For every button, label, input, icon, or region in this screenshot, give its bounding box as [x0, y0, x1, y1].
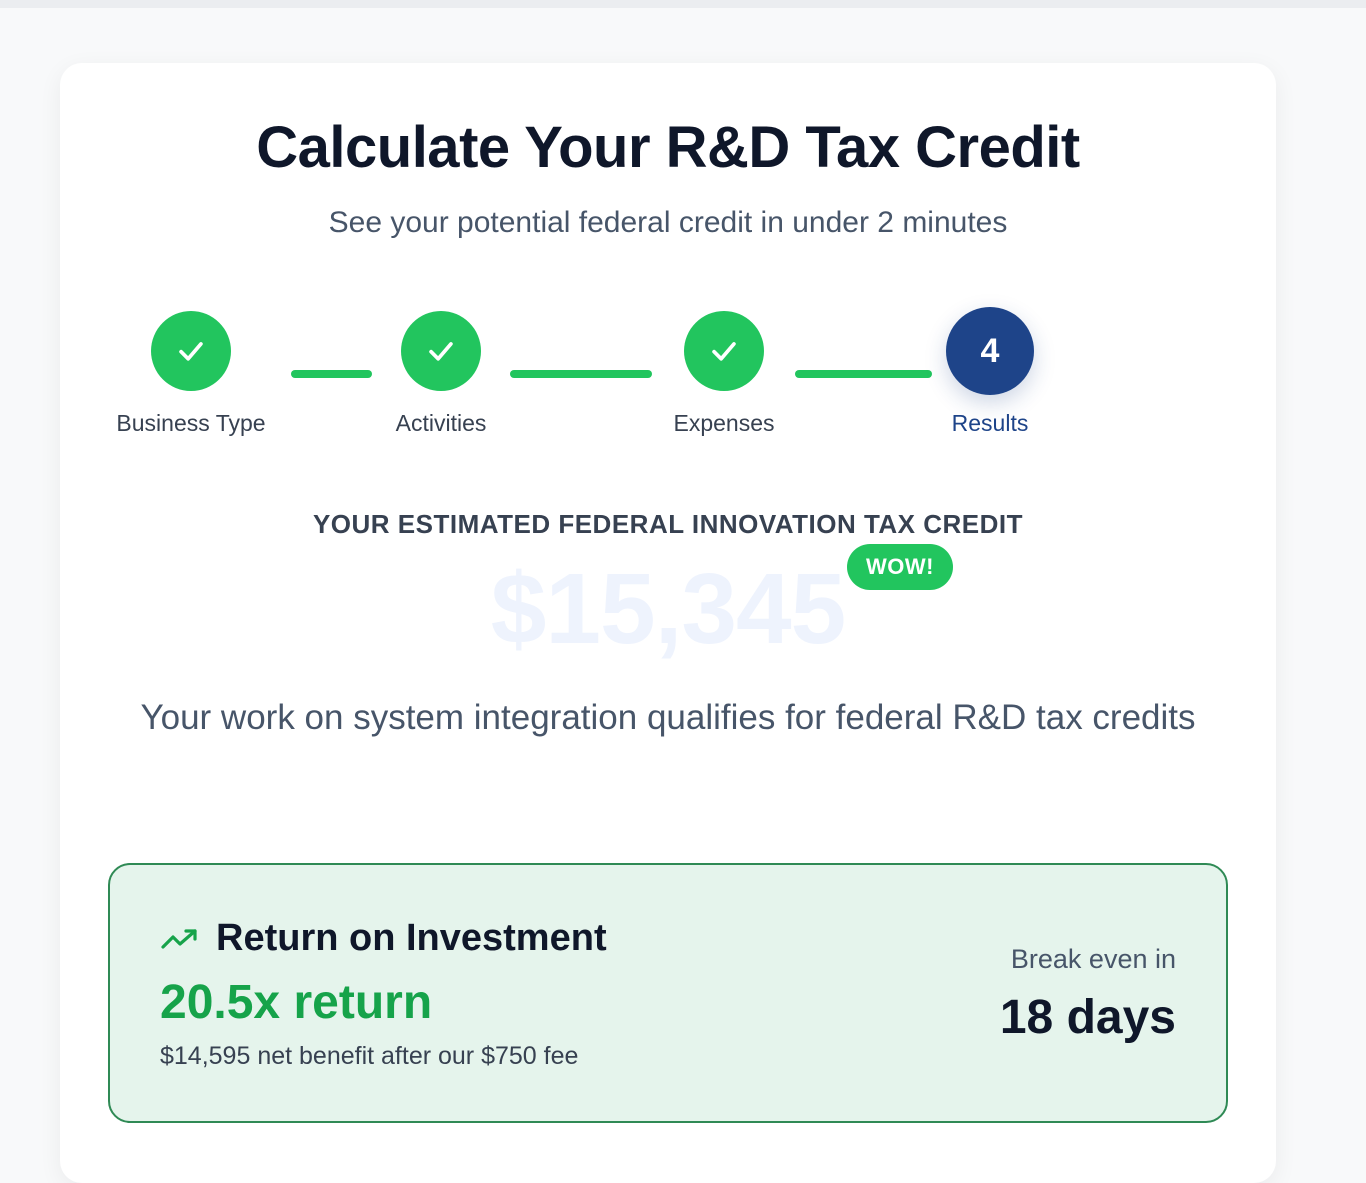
break-even-value: 18 days: [999, 991, 1176, 1044]
page-subtitle: See your potential federal credit in und…: [328, 206, 1008, 239]
step-1-label: Business Type: [116, 410, 266, 436]
wow-badge: WOW!: [847, 544, 953, 590]
step-connector: [291, 370, 372, 378]
step-1-complete-indicator[interactable]: [151, 311, 231, 391]
roi-panel: Return on Investment 20.5x return $14,59…: [108, 863, 1228, 1123]
step-3-complete-indicator[interactable]: [684, 311, 764, 391]
step-4-label: Results: [951, 410, 1029, 436]
step-connector: [795, 370, 932, 378]
roi-net-benefit: $14,595 net benefit after our $750 fee: [160, 1042, 579, 1070]
checkmark-icon: [429, 342, 453, 361]
step-4-current-indicator[interactable]: 4: [946, 307, 1034, 395]
roi-title: Return on Investment: [216, 917, 607, 959]
estimate-heading: YOUR ESTIMATED FEDERAL INNOVATION TAX CR…: [312, 509, 1024, 539]
trending-up-icon: [161, 929, 197, 949]
checkmark-icon: [179, 342, 203, 361]
step-4-number: 4: [980, 331, 1000, 370]
step-connector: [510, 370, 652, 378]
checkmark-icon: [712, 342, 736, 361]
step-3-label: Expenses: [673, 410, 775, 436]
credit-amount: $15,345: [490, 553, 846, 665]
qualification-text: Your work on system integration qualifie…: [140, 698, 1196, 737]
break-even-label: Break even in: [1010, 944, 1176, 974]
step-2-label: Activities: [395, 410, 487, 436]
page-title: Calculate Your R&D Tax Credit: [256, 115, 1080, 180]
roi-return-value: 20.5x return: [160, 976, 433, 1029]
step-2-complete-indicator[interactable]: [401, 311, 481, 391]
top-divider: [0, 0, 1366, 8]
